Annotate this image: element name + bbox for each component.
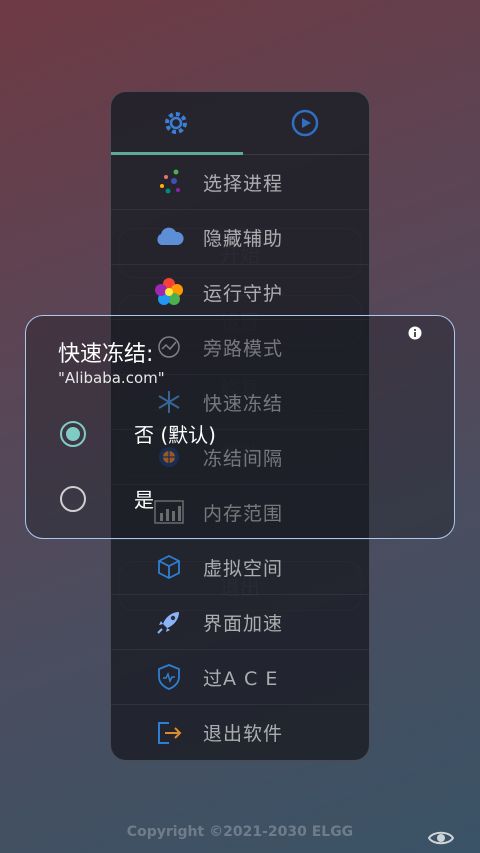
menu-item-run-guard[interactable]: 运行守护: [111, 265, 369, 320]
option-yes[interactable]: 是: [60, 484, 154, 513]
cloud-icon: [157, 227, 184, 245]
menu-item-label: 选择进程: [203, 172, 284, 195]
play-circle-icon: [291, 109, 318, 137]
menu-item-exit-app[interactable]: 退出软件: [111, 705, 369, 760]
tab-underline: [111, 152, 243, 155]
menu-item-label: 界面加速: [203, 612, 284, 635]
menu-item-hide-assist[interactable]: 隐藏辅助: [111, 210, 369, 265]
option-no-default[interactable]: 否 (默认): [60, 419, 216, 448]
dialog-title: 快速冻结:: [58, 342, 154, 367]
menu-tabs: [111, 92, 369, 155]
radio-button[interactable]: [60, 485, 86, 512]
menu-item-label: 隐藏辅助: [203, 227, 284, 250]
menu-item-virtual-space[interactable]: 虚拟空间: [111, 540, 369, 595]
flower-icon: [155, 278, 183, 305]
tab-play[interactable]: [240, 92, 369, 154]
menu-item-label: 退出软件: [203, 723, 284, 745]
option-label: 是: [134, 488, 154, 512]
menu-item-bypass-ace[interactable]: 过A C E: [111, 650, 369, 705]
copyright-text: Copyright ©2021-2030 ELGG: [126, 824, 354, 840]
menu-item-ui-accelerate[interactable]: 界面加速: [111, 595, 369, 650]
tab-settings[interactable]: [111, 92, 240, 154]
dots-icon: [160, 169, 180, 194]
cube-icon: [158, 554, 180, 580]
shield-icon: [158, 664, 180, 690]
dialog-subtitle: "Alibaba.com": [58, 369, 165, 387]
info-icon[interactable]: [408, 326, 422, 340]
radio-button-selected[interactable]: [60, 420, 86, 447]
eye-icon[interactable]: [428, 828, 454, 848]
rocket-icon: [157, 612, 179, 634]
gear-icon: [164, 112, 187, 134]
exit-icon: [158, 721, 182, 744]
menu-item-select-process[interactable]: 选择进程: [111, 155, 369, 210]
quick-freeze-dialog: 快速冻结: "Alibaba.com" 否 (默认) 是: [25, 315, 455, 539]
menu-item-label: 虚拟空间: [203, 557, 284, 580]
menu-item-label: 过A C E: [203, 667, 279, 690]
option-label: 否 (默认): [134, 423, 216, 447]
menu-item-label: 运行守护: [203, 282, 284, 305]
